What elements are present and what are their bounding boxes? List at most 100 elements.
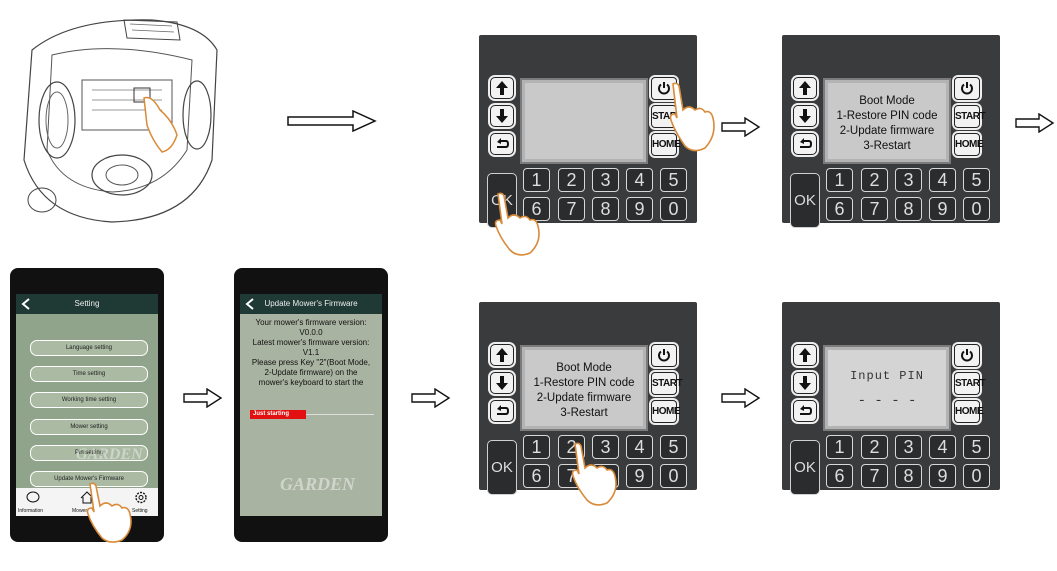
power-button[interactable] xyxy=(954,77,980,100)
arrow-right-icon xyxy=(287,110,377,132)
key-2[interactable]: 2 xyxy=(558,168,585,192)
power-icon xyxy=(658,349,670,362)
key-1[interactable]: 1 xyxy=(523,168,550,192)
key-8[interactable]: 8 xyxy=(895,197,922,221)
ok-button[interactable]: OK xyxy=(790,440,820,495)
lcd-screen: Boot Mode 1-Restore PIN code 2-Update fi… xyxy=(823,78,951,164)
key-6[interactable]: 6 xyxy=(826,197,853,221)
back-chevron-icon[interactable] xyxy=(21,298,31,310)
screen-line: 1-Restore PIN code xyxy=(836,110,938,122)
mower-illustration xyxy=(12,10,224,230)
key-1[interactable]: 1 xyxy=(523,435,550,459)
key-0[interactable]: 0 xyxy=(660,197,687,221)
key-5[interactable]: 5 xyxy=(963,168,990,192)
watermark: GARDEN xyxy=(76,446,143,463)
arrow-down-icon xyxy=(799,109,811,123)
return-icon xyxy=(800,138,812,148)
watermark: GARDEN xyxy=(280,474,356,494)
firmware-info: Your mower's firmware version: V0.0.0 La… xyxy=(246,318,376,388)
hand-pointer-icon xyxy=(571,442,617,506)
return-icon xyxy=(497,138,509,148)
down-button[interactable] xyxy=(490,372,514,394)
key-7[interactable]: 7 xyxy=(558,197,585,221)
home-button[interactable]: HOME xyxy=(954,133,984,156)
key-2[interactable]: 2 xyxy=(861,168,888,192)
back-button[interactable] xyxy=(490,400,514,422)
start-button[interactable]: START xyxy=(954,105,986,128)
arrow-up-icon xyxy=(799,81,811,95)
key-1[interactable]: 1 xyxy=(826,168,853,192)
tab-information[interactable]: Information xyxy=(18,508,43,514)
up-button[interactable] xyxy=(490,77,514,99)
lcd-screen: Input PIN - - - - xyxy=(823,345,951,431)
key-4[interactable]: 4 xyxy=(626,435,653,459)
arrow-up-icon xyxy=(799,348,811,362)
down-button[interactable] xyxy=(490,105,514,127)
back-button[interactable] xyxy=(490,133,514,155)
power-button[interactable] xyxy=(651,344,677,367)
key-5[interactable]: 5 xyxy=(963,435,990,459)
key-7[interactable]: 7 xyxy=(861,464,888,488)
key-4[interactable]: 4 xyxy=(626,168,653,192)
key-9[interactable]: 9 xyxy=(929,464,956,488)
arrow-right-icon xyxy=(1015,113,1055,133)
arrow-right-icon xyxy=(721,117,761,137)
key-5[interactable]: 5 xyxy=(660,435,687,459)
back-button[interactable] xyxy=(793,400,817,422)
key-0[interactable]: 0 xyxy=(963,464,990,488)
key-9[interactable]: 9 xyxy=(626,197,653,221)
progress-track xyxy=(306,414,374,415)
chat-icon xyxy=(26,491,40,503)
key-9[interactable]: 9 xyxy=(626,464,653,488)
back-chevron-icon[interactable] xyxy=(245,298,255,310)
up-button[interactable] xyxy=(793,344,817,366)
start-button[interactable]: START xyxy=(651,372,683,395)
lcd-screen: Boot Mode 1-Restore PIN code 2-Update fi… xyxy=(520,345,648,431)
screen-line: Boot Mode xyxy=(556,362,612,374)
key-0[interactable]: 0 xyxy=(963,197,990,221)
arrow-right-icon xyxy=(721,388,761,408)
key-1[interactable]: 1 xyxy=(826,435,853,459)
menu-item-language[interactable]: Language setting xyxy=(30,340,148,356)
key-5[interactable]: 5 xyxy=(660,168,687,192)
page-title: Update Mower's Firmware xyxy=(240,294,382,314)
key-8[interactable]: 8 xyxy=(895,464,922,488)
key-7[interactable]: 7 xyxy=(861,197,888,221)
ok-button[interactable]: OK xyxy=(487,440,517,495)
key-3[interactable]: 3 xyxy=(895,168,922,192)
info-line: mower's keyboard to start the xyxy=(258,378,364,387)
key-9[interactable]: 9 xyxy=(929,197,956,221)
down-button[interactable] xyxy=(793,105,817,127)
menu-item-time[interactable]: Time setting xyxy=(30,366,148,382)
key-6[interactable]: 6 xyxy=(523,464,550,488)
menu-item-mower[interactable]: Mower setting xyxy=(30,419,148,435)
down-button[interactable] xyxy=(793,372,817,394)
pin-dashes: - - - - xyxy=(857,393,917,409)
back-button[interactable] xyxy=(793,133,817,155)
key-3[interactable]: 3 xyxy=(895,435,922,459)
up-button[interactable] xyxy=(793,77,817,99)
up-button[interactable] xyxy=(490,344,514,366)
keypad-panel: Boot Mode 1-Restore PIN code 2-Update fi… xyxy=(782,35,1000,228)
home-button[interactable]: HOME xyxy=(651,400,681,423)
start-button[interactable]: START xyxy=(954,372,986,395)
phone-screen: Update Mower's Firmware Your mower's fir… xyxy=(240,294,382,516)
key-8[interactable]: 8 xyxy=(592,197,619,221)
power-button[interactable] xyxy=(954,344,980,367)
key-4[interactable]: 4 xyxy=(929,168,956,192)
home-button[interactable]: HOME xyxy=(954,400,984,423)
hand-pointer-icon xyxy=(86,482,132,543)
power-icon xyxy=(961,82,973,95)
key-3[interactable]: 3 xyxy=(592,168,619,192)
key-2[interactable]: 2 xyxy=(861,435,888,459)
menu-item-working-time[interactable]: Working time setting xyxy=(30,392,148,408)
arrow-down-icon xyxy=(799,376,811,390)
key-0[interactable]: 0 xyxy=(660,464,687,488)
phone-firmware: Update Mower's Firmware Your mower's fir… xyxy=(234,268,388,542)
info-line: 2-Update firmware) on the xyxy=(264,368,358,377)
keypad-panel: Input PIN - - - - START HOME OK 1 2 3 4 … xyxy=(782,302,1000,495)
ok-button[interactable]: OK xyxy=(790,173,820,228)
key-4[interactable]: 4 xyxy=(929,435,956,459)
page-title: Setting xyxy=(16,294,158,314)
key-6[interactable]: 6 xyxy=(826,464,853,488)
